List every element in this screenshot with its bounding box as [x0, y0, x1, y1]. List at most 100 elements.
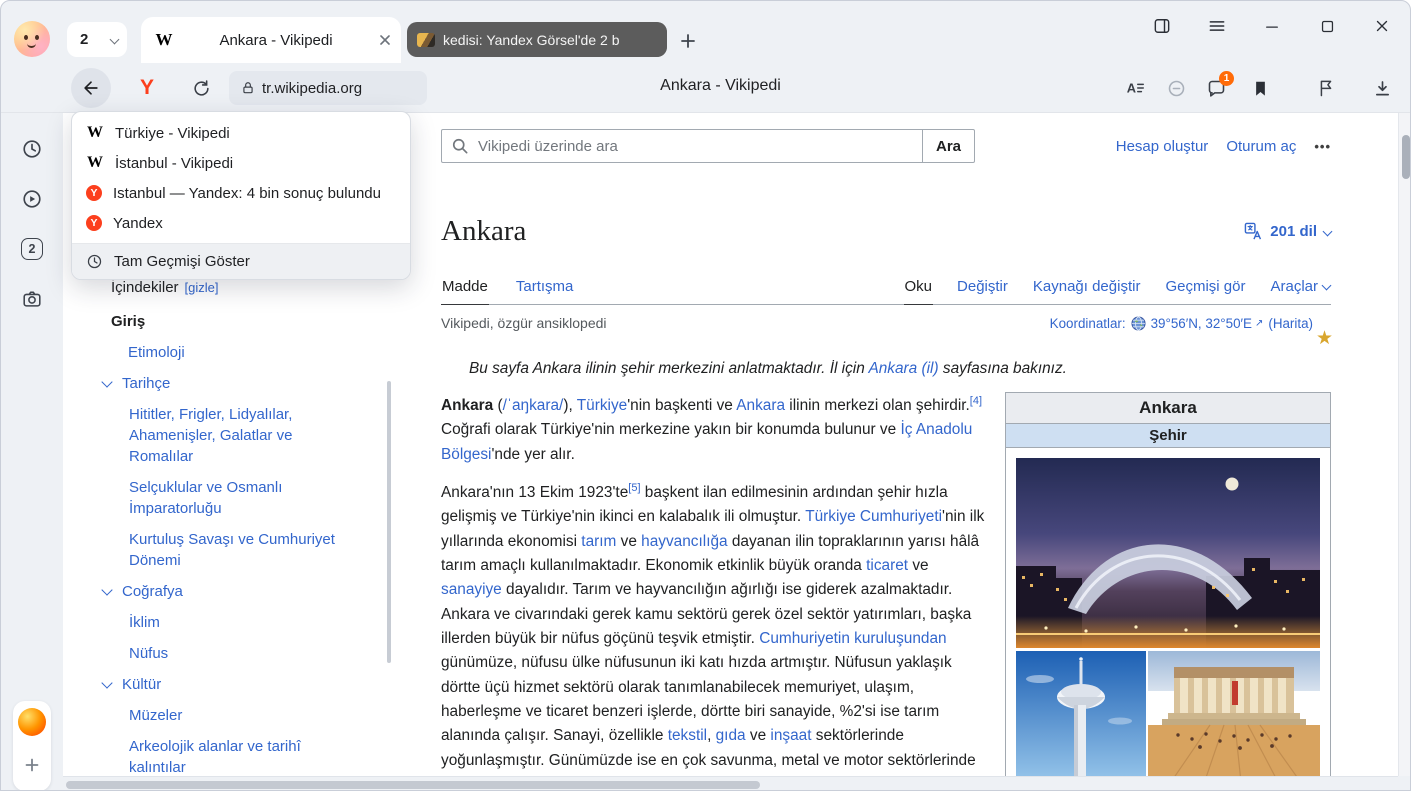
reference-link[interactable]: [4] — [970, 395, 982, 407]
toc-item[interactable]: Tarihçe — [63, 368, 413, 399]
page-title: Ankara - Vikipedi — [431, 77, 1010, 95]
translate-icon[interactable]: A — [1123, 76, 1147, 100]
featured-article-star-icon[interactable]: ★ — [1316, 329, 1333, 348]
maximize-icon[interactable] — [1315, 14, 1339, 38]
address-bar[interactable]: tr.wikipedia.org — [229, 71, 427, 105]
wiki-link[interactable]: Türkiye Cumhuriyeti — [805, 508, 942, 525]
tabs-panel-button[interactable]: 2 — [21, 238, 43, 260]
toc-item[interactable]: Müzeler — [63, 700, 413, 731]
infobox-subtitle[interactable]: Şehir — [1006, 424, 1330, 448]
sign-in-link[interactable]: Oturum aç — [1226, 138, 1296, 155]
vertical-scrollbar[interactable] — [1398, 113, 1411, 776]
toc-item[interactable]: Arkeolojik alanlar ve tarihî kalıntılar — [63, 731, 413, 776]
chevron-down-icon[interactable] — [101, 376, 112, 387]
text-run: ), — [563, 397, 576, 414]
reference-link[interactable]: [5] — [628, 482, 640, 494]
toc-item[interactable]: Hititler, Frigler, Lidyalılar, Ahamenişl… — [63, 399, 413, 472]
wiki-link[interactable]: gıda — [716, 727, 746, 744]
vertical-scrollbar-thumb[interactable] — [1402, 135, 1410, 179]
new-tab-button[interactable] — [675, 28, 701, 54]
bookmark-icon[interactable] — [1248, 76, 1272, 100]
text-run: ( — [493, 397, 502, 414]
reload-button[interactable] — [185, 72, 217, 104]
tab-counter-button[interactable]: 2 — [67, 22, 127, 57]
infobox-images — [1006, 448, 1330, 776]
create-account-link[interactable]: Hesap oluştur — [1116, 138, 1209, 155]
toc-item[interactable]: Giriş — [63, 306, 413, 337]
wiki-link[interactable]: Türkiye — [577, 397, 627, 414]
anitkabir-photo[interactable] — [1148, 651, 1320, 776]
toc-item[interactable]: Kültür — [63, 669, 413, 700]
chevron-down-icon[interactable] — [101, 677, 112, 688]
history-menu-item[interactable]: YYandex — [72, 208, 410, 238]
tab-degistir[interactable]: Değiştir — [956, 273, 1009, 304]
wiki-link[interactable]: Cumhuriyetin kuruluşundan — [759, 630, 946, 647]
comments-icon[interactable]: 1 — [1204, 76, 1228, 100]
history-icon[interactable] — [20, 137, 44, 161]
page-summary-icon[interactable] — [1164, 76, 1188, 100]
map-link[interactable]: (Harita) — [1268, 316, 1313, 331]
history-menu-item[interactable]: WTürkiye - Vikipedi — [72, 118, 410, 148]
wiki-link[interactable]: tarım — [581, 533, 616, 550]
wiki-link[interactable]: inşaat — [770, 727, 811, 744]
back-button[interactable] — [71, 68, 111, 108]
toc-item[interactable]: İklim — [63, 607, 413, 638]
collections-flag-icon[interactable] — [1314, 76, 1338, 100]
tab-madde[interactable]: Madde — [441, 273, 489, 305]
toc-item[interactable]: Kurtuluş Savaşı ve Cumhuriyet Dönemi — [63, 524, 413, 576]
wiki-link[interactable]: Ankara — [736, 397, 785, 414]
alice-assistant-icon[interactable] — [18, 708, 46, 736]
media-play-icon[interactable] — [20, 187, 44, 211]
wiki-link[interactable]: tekstil — [668, 727, 707, 744]
download-icon[interactable] — [1370, 76, 1394, 100]
browser-window: 2 W Ankara - Vikipedi kedisi: Yandex Gör… — [0, 0, 1411, 791]
menu-icon[interactable] — [1205, 14, 1229, 38]
toc-item[interactable]: Coğrafya — [63, 576, 413, 607]
toc-item-label: İklim — [129, 612, 358, 633]
wiki-link[interactable]: Ankara (il) — [868, 360, 938, 377]
search-button[interactable]: Ara — [922, 129, 975, 163]
chevron-down-icon[interactable] — [101, 584, 112, 595]
toc-item[interactable]: Selçuklular ve Osmanlı İmparatorluğu — [63, 472, 413, 524]
tab-title: Ankara - Vikipedi — [173, 32, 379, 49]
chevron-down-icon — [1323, 226, 1333, 236]
close-icon[interactable] — [1370, 14, 1394, 38]
wiki-link[interactable]: sanayiye — [441, 581, 502, 598]
toc-hide-toggle[interactable]: [gizle] — [185, 280, 219, 295]
tab-tartisma[interactable]: Tartışma — [515, 273, 575, 304]
search-input[interactable] — [441, 129, 923, 163]
wiki-link[interactable]: /ˈaŋkara/ — [503, 397, 564, 414]
history-menu-item[interactable]: Wİstanbul - Vikipedi — [72, 148, 410, 178]
tab-kaynagi-degistir[interactable]: Kaynağı değiştir — [1032, 273, 1142, 304]
tab-gecmisi-gor[interactable]: Geçmişi gör — [1164, 273, 1246, 304]
ankara-night-skyline-photo[interactable] — [1016, 458, 1320, 648]
toc-item[interactable]: Nüfus — [63, 638, 413, 669]
text-run: ve — [746, 727, 771, 744]
yandex-home-button[interactable]: Y — [131, 72, 163, 104]
coordinates-value[interactable]: 39°56′N, 32°50′E — [1151, 316, 1252, 331]
tab-ankara-vikipedi[interactable]: W Ankara - Vikipedi — [141, 17, 401, 63]
atakule-tower-photo[interactable] — [1016, 651, 1146, 776]
tools-dropdown[interactable]: Araçlar — [1269, 273, 1331, 304]
language-selector[interactable]: 201 dil — [1244, 222, 1331, 241]
horizontal-scrollbar-thumb[interactable] — [66, 781, 760, 789]
tab-yandex-images[interactable]: kedisi: Yandex Görsel'de 2 b — [407, 22, 667, 57]
side-panel-icon[interactable] — [1150, 14, 1174, 38]
history-menu-item[interactable]: YIstanbul — Yandex: 4 bin sonuç bulundu — [72, 178, 410, 208]
minimize-icon[interactable] — [1260, 14, 1284, 38]
tab-oku[interactable]: Oku — [904, 273, 934, 305]
more-options-icon[interactable]: ••• — [1314, 139, 1331, 154]
toc-item[interactable]: Etimoloji — [63, 337, 413, 368]
wiki-link[interactable]: hayvancılığa — [641, 533, 727, 550]
profile-avatar[interactable] — [14, 21, 50, 57]
horizontal-scrollbar[interactable] — [63, 776, 1398, 791]
toc-scrollbar[interactable] — [387, 381, 391, 663]
sidebar-add-button[interactable] — [20, 753, 44, 777]
toc-item-label: Selçuklular ve Osmanlı İmparatorluğu — [129, 477, 358, 519]
show-full-history-button[interactable]: Tam Geçmişi Göster — [72, 243, 410, 279]
tab-close-icon[interactable] — [379, 34, 391, 46]
coordinates-label[interactable]: Koordinatlar: — [1050, 316, 1126, 331]
toc-item-label: Hititler, Frigler, Lidyalılar, Ahamenişl… — [129, 404, 358, 467]
screenshot-icon[interactable] — [20, 287, 44, 311]
wiki-link[interactable]: ticaret — [866, 557, 908, 574]
